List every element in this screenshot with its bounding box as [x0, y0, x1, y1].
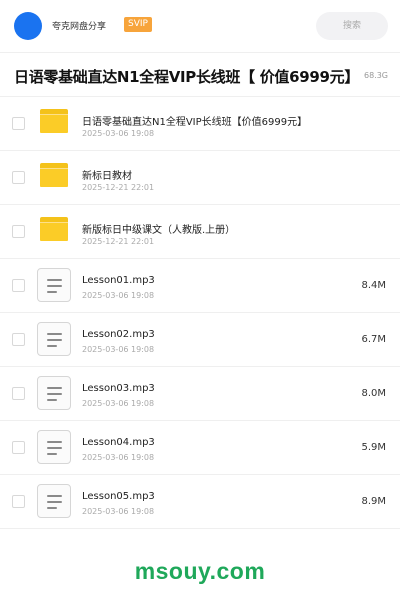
folder-row[interactable]: 新版标日中级课文（人教版.上册） 2025-12-21 22:01 — [0, 205, 400, 259]
item-date: 2025-03-06 19:08 — [82, 345, 155, 354]
select-checkbox[interactable] — [12, 117, 25, 130]
item-size: 8.4M — [361, 280, 386, 291]
folder-icon — [40, 163, 68, 187]
folder-title-bar: 5项68.3G 日语零基础直达N1全程VIP长线班【 价值6999元】 — [0, 53, 400, 96]
item-name[interactable]: Lesson01.mp3 — [82, 275, 155, 286]
share-owner-name: 夸克网盘分享 — [52, 22, 107, 32]
item-name[interactable]: Lesson02.mp3 — [82, 329, 155, 340]
select-checkbox[interactable] — [12, 171, 25, 184]
item-date: 2025-03-06 19:08 — [82, 453, 155, 462]
audio-file-icon — [37, 322, 71, 356]
page-title: 日语零基础直达N1全程VIP长线班【 价值6999元】 — [14, 66, 360, 87]
select-checkbox[interactable] — [12, 333, 25, 346]
folder-icon — [40, 217, 68, 241]
item-date: 2025-12-21 22:01 — [82, 183, 155, 192]
file-row[interactable]: Lesson01.mp3 2025-03-06 19:08 8.4M — [0, 259, 400, 313]
item-size: 5.9M — [361, 442, 386, 453]
item-name[interactable]: 新标日教材 — [82, 167, 132, 182]
select-checkbox[interactable] — [12, 495, 25, 508]
avatar[interactable] — [14, 12, 42, 40]
select-checkbox[interactable] — [12, 441, 25, 454]
file-row[interactable]: Lesson05.mp3 2025-03-06 19:08 8.9M — [0, 475, 400, 529]
watermark-text: msouy.com — [134, 558, 266, 584]
file-row[interactable]: Lesson02.mp3 2025-03-06 19:08 6.7M — [0, 313, 400, 367]
audio-file-icon — [37, 484, 71, 518]
item-date: 2025-03-06 19:08 — [82, 291, 155, 300]
share-header: 夸克网盘分享 SVIP 搜索 — [0, 0, 400, 52]
folder-row[interactable]: 日语零基础直达N1全程VIP长线班【价值6999元】 2025-03-06 19:… — [0, 97, 400, 151]
svip-badge: SVIP — [124, 17, 152, 32]
item-size: 6.7M — [361, 334, 386, 345]
total-size: 68.3G — [363, 71, 388, 80]
item-name[interactable]: Lesson05.mp3 — [82, 491, 155, 502]
item-date: 2025-03-06 19:08 — [82, 129, 155, 138]
item-size: 8.9M — [361, 496, 386, 507]
file-row[interactable]: Lesson04.mp3 2025-03-06 19:08 5.9M — [0, 421, 400, 475]
file-row[interactable]: Lesson03.mp3 2025-03-06 19:08 8.0M — [0, 367, 400, 421]
audio-file-icon — [37, 268, 71, 302]
folder-row[interactable]: 新标日教材 2025-12-21 22:01 — [0, 151, 400, 205]
search-input[interactable]: 搜索 — [316, 12, 388, 40]
item-date: 2025-03-06 19:08 — [82, 399, 155, 408]
item-name[interactable]: 新版标日中级课文（人教版.上册） — [82, 221, 235, 236]
select-checkbox[interactable] — [12, 387, 25, 400]
folder-icon — [40, 109, 68, 133]
item-size: 8.0M — [361, 388, 386, 399]
item-date: 2025-12-21 22:01 — [82, 237, 155, 246]
item-name[interactable]: Lesson04.mp3 — [82, 437, 155, 448]
item-name[interactable]: 日语零基础直达N1全程VIP长线班【价值6999元】 — [82, 113, 307, 128]
audio-file-icon — [37, 430, 71, 464]
file-list: 日语零基础直达N1全程VIP长线班【价值6999元】 2025-03-06 19:… — [0, 97, 400, 529]
item-name[interactable]: Lesson03.mp3 — [82, 383, 155, 394]
select-checkbox[interactable] — [12, 225, 25, 238]
item-date: 2025-03-06 19:08 — [82, 507, 155, 516]
audio-file-icon — [37, 376, 71, 410]
select-checkbox[interactable] — [12, 279, 25, 292]
